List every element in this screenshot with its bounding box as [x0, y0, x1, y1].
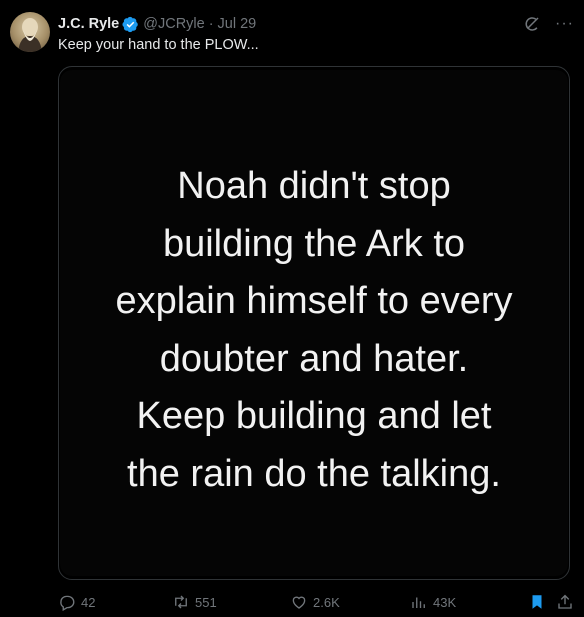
- like-icon: [292, 596, 306, 609]
- like-count: 2.6K: [313, 594, 340, 610]
- author-name[interactable]: J.C. Ryle: [58, 16, 119, 32]
- quote-line: explain himself to every: [115, 280, 513, 322]
- repost-icon: [175, 595, 187, 609]
- views-count: 43K: [433, 594, 457, 610]
- tweet-date[interactable]: Jul 29: [218, 16, 257, 32]
- reply-icon: [60, 595, 75, 611]
- separator-dot: ·: [208, 16, 214, 32]
- repost-button[interactable]: 551: [172, 593, 217, 611]
- bookmark-button[interactable]: [528, 593, 546, 611]
- quote-line: building the Ark to: [162, 222, 466, 265]
- author-handle[interactable]: @JCRyle: [143, 16, 204, 32]
- views-icon: [412, 597, 425, 608]
- quote-line: doubter and hater.: [159, 337, 469, 380]
- media-quote-text: Noah didn't stop building the Ark to exp…: [60, 158, 568, 503]
- more-icon[interactable]: ···: [555, 16, 574, 32]
- quote-line: the rain do the talking.: [127, 452, 501, 495]
- quote-line: Noah didn't stop: [177, 165, 451, 207]
- repost-count: 551: [195, 594, 217, 610]
- grok-icon[interactable]: [523, 15, 541, 33]
- quote-line: Keep building and let: [136, 395, 492, 437]
- views-button[interactable]: 43K: [410, 593, 456, 611]
- like-button[interactable]: 2.6K: [290, 593, 340, 611]
- reply-count: 42: [81, 594, 96, 610]
- tweet-text: Keep your hand to the PLOW...: [58, 37, 259, 53]
- tweet-header: J.C. Ryle @JCRyle · Jul 29 ···: [58, 14, 574, 34]
- share-button[interactable]: [556, 593, 574, 611]
- verified-badge-icon: [122, 16, 139, 32]
- action-bar: 42 551 2.6K 43K: [58, 591, 574, 613]
- avatar[interactable]: [10, 12, 50, 52]
- share-icon: [558, 594, 572, 609]
- media-background: Noah didn't stop building the Ark to exp…: [60, 70, 568, 576]
- reply-button[interactable]: 42: [58, 593, 95, 611]
- bookmark-icon: [532, 595, 542, 609]
- tweet-media-image[interactable]: Noah didn't stop building the Ark to exp…: [58, 66, 570, 580]
